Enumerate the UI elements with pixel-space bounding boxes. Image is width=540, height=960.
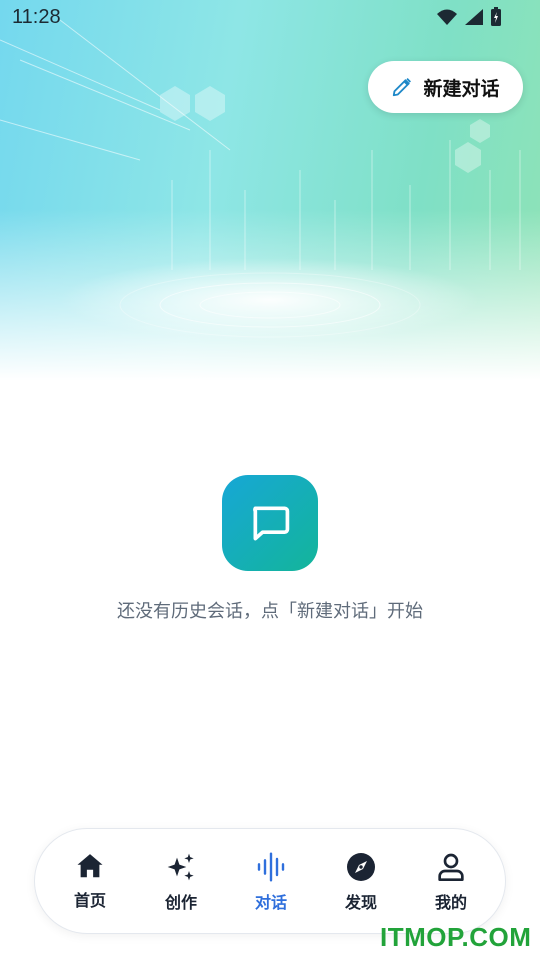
status-bar: 11:28 bbox=[0, 0, 540, 36]
new-chat-label: 新建对话 bbox=[423, 77, 500, 100]
site-watermark: ITMOP.COM bbox=[380, 922, 532, 952]
new-chat-button[interactable]: 新建对话 bbox=[368, 61, 523, 113]
status-time: 11:28 bbox=[12, 6, 61, 28]
tab-chat-label: 对话 bbox=[254, 893, 287, 912]
tab-chat[interactable]: 对话 bbox=[236, 851, 306, 921]
tab-discover-label: 发现 bbox=[344, 893, 377, 912]
tab-home[interactable]: 首页 bbox=[55, 851, 125, 921]
empty-state-chat-icon bbox=[222, 475, 318, 571]
sparkle-icon bbox=[167, 853, 194, 881]
status-icons bbox=[436, 7, 502, 27]
tab-create[interactable]: 创作 bbox=[146, 851, 216, 921]
empty-state-message: 还没有历史会话，点「新建对话」开始 bbox=[117, 601, 423, 622]
person-icon bbox=[438, 853, 464, 881]
message-bubble-icon bbox=[253, 506, 290, 541]
tab-create-label: 创作 bbox=[164, 893, 197, 912]
bottom-tab-bar: 首页 创作 对话 发现 我的 bbox=[34, 828, 506, 934]
voice-wave-icon bbox=[257, 852, 285, 882]
pencil-icon bbox=[393, 78, 412, 97]
wifi-icon bbox=[437, 9, 457, 25]
tech-background-graphic bbox=[0, 19, 521, 338]
tab-discover[interactable]: 发现 bbox=[326, 851, 396, 921]
compass-icon bbox=[347, 853, 375, 881]
hero-banner bbox=[0, 0, 540, 380]
battery-icon bbox=[491, 7, 501, 26]
tab-mine[interactable]: 我的 bbox=[416, 851, 486, 921]
tab-mine-label: 我的 bbox=[434, 893, 467, 912]
home-icon bbox=[77, 854, 103, 878]
signal-icon bbox=[465, 9, 483, 25]
tab-home-label: 首页 bbox=[73, 891, 106, 910]
